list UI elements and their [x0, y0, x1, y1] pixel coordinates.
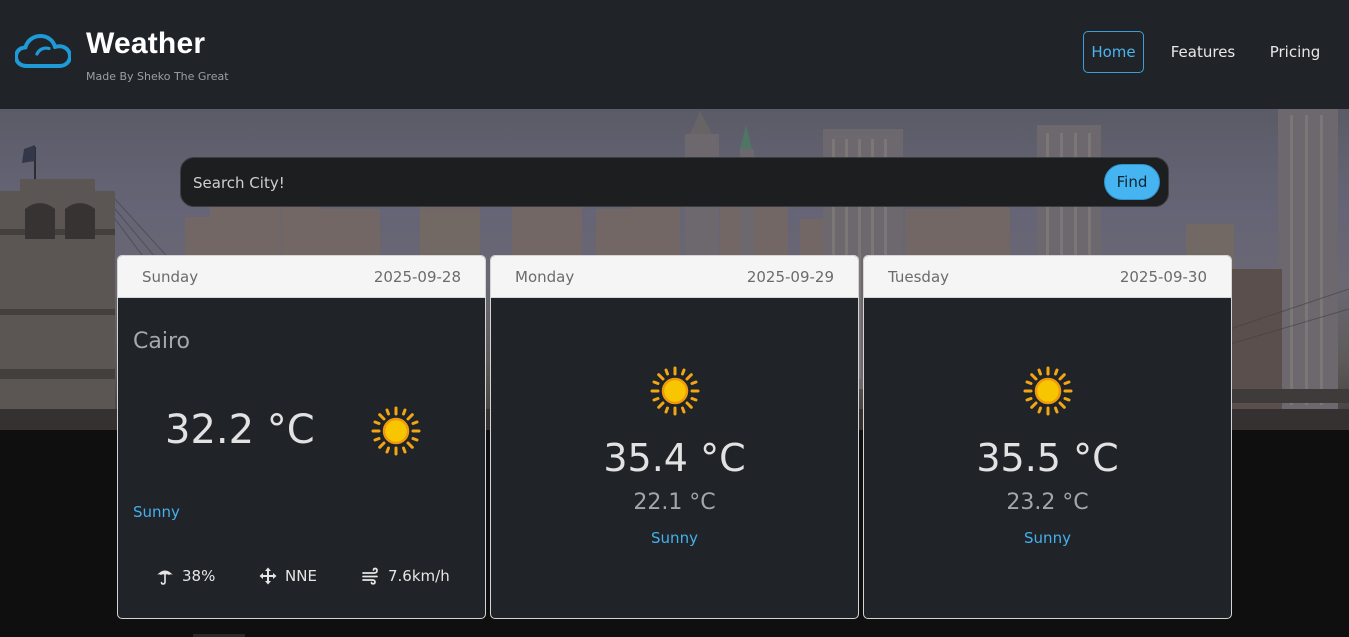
card-date: 2025-09-29: [746, 268, 834, 286]
nav-features-link[interactable]: Features: [1161, 31, 1245, 73]
card-header: Monday 2025-09-29: [491, 256, 858, 298]
wind-direction-value: NNE: [285, 567, 317, 585]
card-day: Sunday: [142, 268, 199, 286]
forecast-card-today: Sunday 2025-09-28 Cairo 32.2 °C Sunny 38…: [117, 255, 486, 619]
compass-arrows-icon: [259, 567, 277, 585]
nav-pricing-link[interactable]: Pricing: [1260, 31, 1330, 73]
card-header: Sunday 2025-09-28: [118, 256, 485, 298]
max-temperature: 35.4 °C: [603, 436, 746, 480]
wind-direction-stat: NNE: [259, 567, 317, 585]
sun-icon: [371, 406, 421, 456]
brand-subtitle: Made By Sheko The Great: [86, 70, 229, 83]
find-button[interactable]: Find: [1104, 164, 1160, 200]
search-input[interactable]: [193, 166, 1093, 200]
max-temperature: 35.5 °C: [976, 436, 1119, 480]
sun-icon: [650, 366, 700, 416]
wind-icon: [362, 567, 378, 585]
sun-icon: [1023, 366, 1073, 416]
wind-speed-stat: 7.6km/h: [362, 567, 450, 585]
card-date: 2025-09-30: [1119, 268, 1207, 286]
card-header: Tuesday 2025-09-30: [864, 256, 1231, 298]
search-bar: Find: [180, 157, 1169, 207]
min-temperature: 22.1 °C: [633, 490, 716, 515]
brand-title[interactable]: Weather: [86, 27, 205, 61]
wind-speed-value: 7.6km/h: [388, 567, 450, 585]
umbrella-icon: [157, 570, 173, 585]
nav-home-link[interactable]: Home: [1083, 31, 1144, 73]
card-day: Monday: [515, 268, 575, 286]
weather-condition: Sunny: [133, 503, 180, 521]
card-day: Tuesday: [888, 268, 950, 286]
forecast-card-day-3: Tuesday 2025-09-30 35.5 °C 23.2 °C Sunny: [863, 255, 1232, 619]
min-temperature: 23.2 °C: [1006, 490, 1089, 515]
weather-condition: Sunny: [651, 529, 698, 547]
current-temperature: 32.2 °C: [165, 407, 315, 453]
humidity-stat: 38%: [156, 567, 215, 585]
forecast-card-day-2: Monday 2025-09-29 35.4 °C 22.1 °C Sunny: [490, 255, 859, 619]
card-date: 2025-09-28: [373, 268, 461, 286]
cloud-icon[interactable]: [15, 34, 71, 70]
humidity-value: 38%: [182, 567, 216, 585]
navbar: Weather Made By Sheko The Great Home Fea…: [0, 0, 1349, 109]
city-name: Cairo: [133, 329, 190, 354]
weather-condition: Sunny: [1024, 529, 1071, 547]
